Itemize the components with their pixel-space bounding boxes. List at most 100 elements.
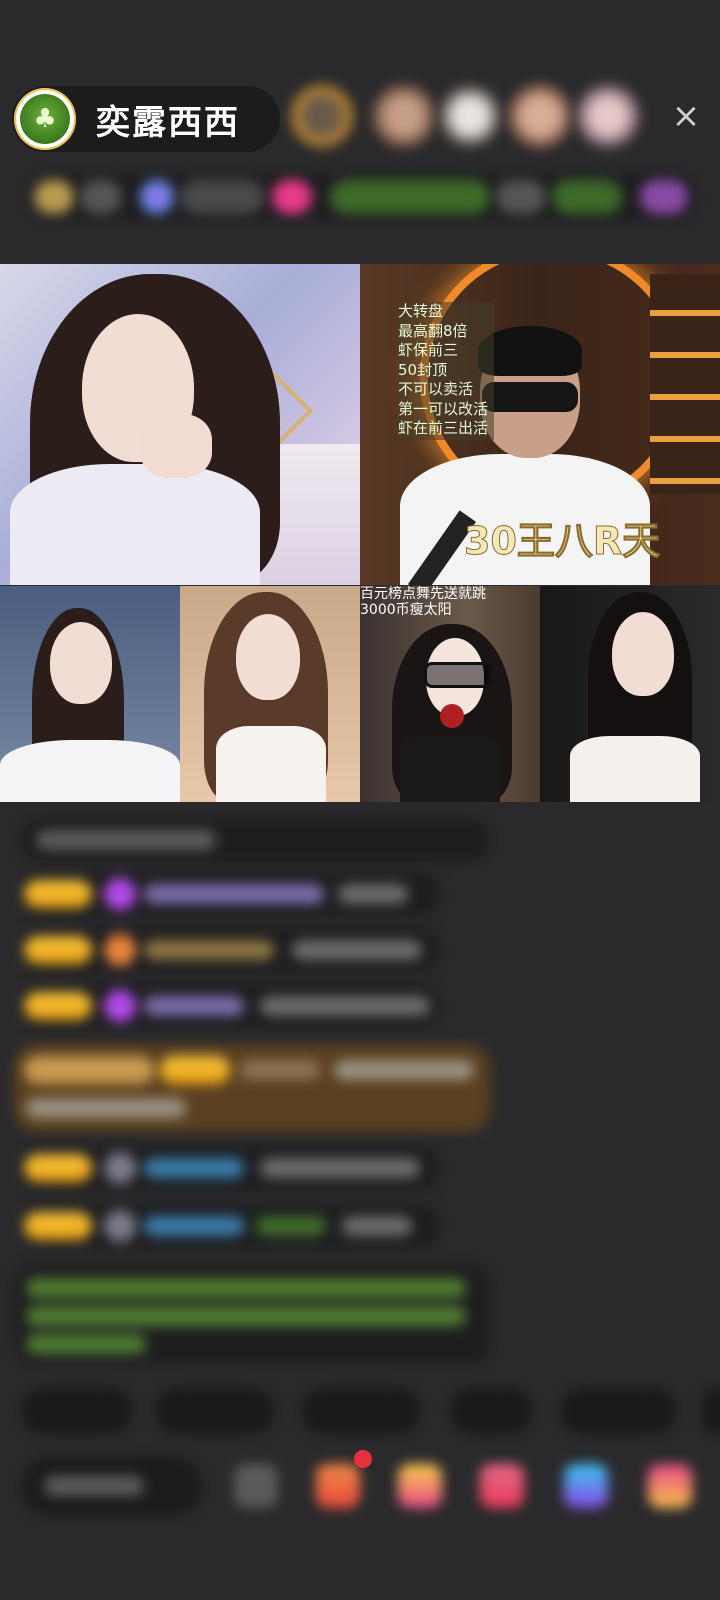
rose-decor	[440, 704, 464, 728]
user-avatar	[104, 1152, 136, 1184]
rank-text	[552, 180, 622, 214]
host-pill[interactable]: ♣ 奕露西西	[12, 86, 280, 152]
tile-caption: 3000币瘦太阳	[360, 602, 452, 618]
face	[612, 612, 674, 696]
quick-reply-chip[interactable]	[302, 1388, 420, 1434]
hand	[140, 414, 212, 478]
quick-reply-chip[interactable]	[156, 1388, 274, 1434]
notice-text	[26, 1306, 466, 1326]
quick-reply-chip[interactable]	[22, 1388, 132, 1434]
chat-username	[240, 1060, 320, 1080]
video-tile-guest-5[interactable]	[540, 586, 720, 802]
level-badge	[24, 992, 92, 1020]
viewer-avatar[interactable]	[508, 84, 572, 148]
rule-line: 虾保前三	[398, 341, 459, 359]
level-badge	[24, 1056, 154, 1084]
overlay-caption: 30王八R天	[463, 519, 661, 564]
chat-text	[26, 1098, 186, 1118]
more-gifts-icon[interactable]	[648, 1464, 692, 1508]
chat-text	[342, 1216, 412, 1236]
gift-box-icon[interactable]	[316, 1464, 360, 1508]
shirt	[0, 740, 180, 802]
level-badge	[24, 1212, 92, 1240]
rule-line: 第一可以改活	[398, 399, 489, 418]
viewer-avatar[interactable]	[438, 84, 502, 148]
chat-text	[260, 996, 430, 1016]
chat-text	[256, 1216, 326, 1236]
chat-username	[144, 884, 324, 904]
chat-message[interactable]	[20, 1204, 440, 1248]
rank-chip	[80, 180, 122, 214]
gem-icon	[104, 934, 136, 966]
chat-message[interactable]	[20, 928, 440, 972]
heart-badge-icon	[272, 180, 312, 214]
share-gift-icon[interactable]	[564, 1464, 608, 1508]
system-notice	[14, 1264, 490, 1364]
rule-line: 最高翻8倍	[398, 321, 468, 340]
level-badge	[24, 936, 92, 964]
dress	[570, 736, 700, 802]
chat-message[interactable]	[20, 818, 490, 862]
rank-text	[330, 180, 490, 214]
chat-text	[334, 1060, 474, 1080]
shirt	[216, 726, 326, 802]
notice-text	[26, 1278, 466, 1298]
gem-icon	[104, 990, 136, 1022]
video-tile-guest-2[interactable]	[0, 586, 180, 802]
gift-icon	[640, 180, 688, 214]
dress	[400, 736, 500, 802]
shelf	[650, 274, 720, 494]
heart-gift-icon[interactable]	[480, 1464, 524, 1508]
chat-message-highlight[interactable]	[14, 1044, 490, 1132]
notification-dot	[354, 1450, 372, 1468]
rule-line: 虾在前三出活	[398, 419, 489, 437]
chat-message[interactable]	[20, 1146, 440, 1190]
rank-text	[496, 180, 546, 214]
viewer-avatar[interactable]	[576, 84, 640, 148]
game-rules-box: 大转盘 最高翻8倍 虾保前三 50封顶 不可以卖活 第一可以改活 虾在前三出活	[398, 302, 494, 440]
comment-input[interactable]	[22, 1456, 202, 1516]
video-tile-guest-4[interactable]	[360, 586, 540, 802]
tile-caption: 百元榜点舞先送就跳	[360, 586, 486, 602]
chat-message[interactable]	[20, 984, 440, 1028]
chat-username	[144, 1216, 244, 1236]
crown-gift-icon[interactable]	[398, 1464, 442, 1508]
video-tile-guest-3[interactable]	[180, 586, 360, 802]
planet-icon	[140, 180, 174, 214]
quick-reply-chip[interactable]	[450, 1388, 532, 1434]
shirt	[10, 464, 260, 585]
sunglasses	[482, 382, 578, 412]
emoji-icon[interactable]	[234, 1464, 278, 1508]
chat-username	[144, 1158, 244, 1178]
glasses	[424, 662, 492, 688]
face	[50, 622, 112, 704]
quick-reply-chip[interactable]	[702, 1388, 720, 1434]
viewer-avatar[interactable]	[372, 84, 436, 148]
video-tile-host[interactable]	[0, 264, 360, 585]
rank-icon	[34, 180, 74, 214]
chat-username	[144, 996, 244, 1016]
quick-reply-chip[interactable]	[560, 1388, 676, 1434]
chat-message[interactable]	[20, 872, 440, 916]
tree-icon: ♣	[20, 94, 70, 144]
chat-text	[338, 884, 408, 904]
rank-chip	[180, 180, 264, 214]
chat-text	[292, 940, 422, 960]
host-name: 奕露西西	[96, 102, 240, 143]
level-badge	[24, 880, 92, 908]
close-icon[interactable]: ×	[666, 96, 706, 136]
chat-text	[260, 1158, 420, 1178]
level-badge	[24, 1154, 92, 1182]
rule-line: 50封顶	[398, 360, 448, 379]
fan-badge	[160, 1056, 230, 1084]
notice-text	[26, 1334, 146, 1354]
gem-icon	[104, 878, 136, 910]
chat-text	[36, 830, 216, 850]
viewer-avatar[interactable]	[290, 84, 354, 148]
rule-line: 大转盘	[398, 302, 444, 320]
user-avatar	[104, 1210, 136, 1242]
host-avatar[interactable]: ♣	[14, 88, 76, 150]
chat-username	[144, 940, 274, 960]
input-placeholder	[44, 1476, 144, 1496]
face	[236, 614, 300, 700]
